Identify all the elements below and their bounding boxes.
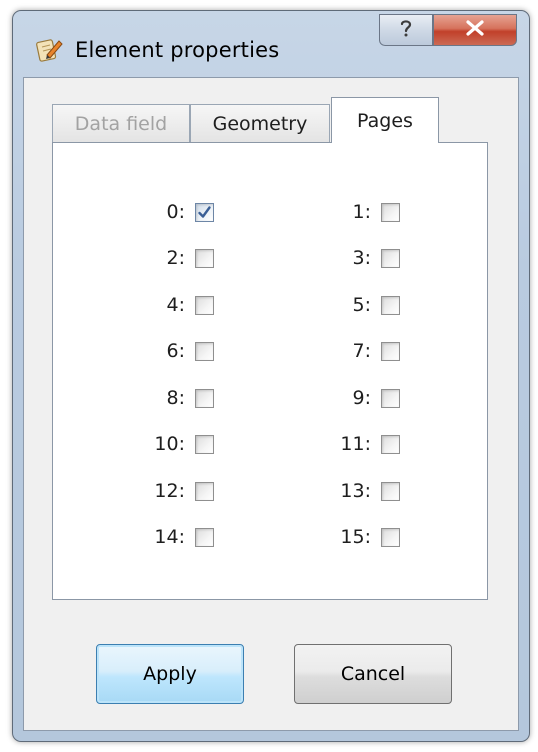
page-0-label: 0: xyxy=(166,201,186,223)
page-10-option[interactable]: 10: xyxy=(133,433,214,455)
page-1-label: 1: xyxy=(352,201,372,223)
page-2-label: 2: xyxy=(166,247,186,269)
tab-pages[interactable]: Pages xyxy=(331,97,439,143)
page-12-option[interactable]: 12: xyxy=(133,480,214,502)
page-9-checkbox[interactable] xyxy=(381,388,400,408)
page-7-option[interactable]: 7: xyxy=(319,340,400,362)
page-8-option[interactable]: 8: xyxy=(133,387,214,409)
page-13-checkbox[interactable] xyxy=(381,481,400,501)
page-8-checkbox[interactable] xyxy=(195,388,214,408)
page-9-label: 9: xyxy=(352,387,372,409)
page-4-label: 4: xyxy=(166,294,186,316)
page-15-checkbox[interactable] xyxy=(381,527,400,547)
page-6-checkbox[interactable] xyxy=(195,341,214,361)
page-0-checkbox[interactable] xyxy=(195,202,214,222)
page-10-checkbox[interactable] xyxy=(195,434,214,454)
page-9-option[interactable]: 9: xyxy=(319,387,400,409)
page-11-option[interactable]: 11: xyxy=(319,433,400,455)
page-6-option[interactable]: 6: xyxy=(133,340,214,362)
title-bar[interactable]: Element properties xyxy=(13,11,529,77)
question-mark-icon xyxy=(397,18,415,42)
pages-panel: 0: 1: 2: 3: 4: 5: 6: 7: 8: 9: 10: 11: 12… xyxy=(52,142,488,600)
page-3-checkbox[interactable] xyxy=(381,248,400,268)
tab-geometry[interactable]: Geometry xyxy=(190,104,330,142)
page-2-checkbox[interactable] xyxy=(195,248,214,268)
close-x-icon xyxy=(465,20,485,40)
page-14-checkbox[interactable] xyxy=(195,527,214,547)
page-7-label: 7: xyxy=(352,340,372,362)
page-11-label: 11: xyxy=(340,433,371,455)
checkmark-icon xyxy=(198,205,211,218)
page-7-checkbox[interactable] xyxy=(381,341,400,361)
apply-button[interactable]: Apply xyxy=(96,644,244,704)
page-13-option[interactable]: 13: xyxy=(319,480,400,502)
page-6-label: 6: xyxy=(166,340,186,362)
page-1-checkbox[interactable] xyxy=(381,202,400,222)
window-title: Element properties xyxy=(75,38,280,62)
help-button[interactable] xyxy=(379,14,433,46)
page-12-label: 12: xyxy=(154,480,185,502)
page-3-label: 3: xyxy=(352,247,372,269)
page-14-option[interactable]: 14: xyxy=(133,526,214,548)
notepad-pencil-icon xyxy=(35,35,63,63)
page-11-checkbox[interactable] xyxy=(381,434,400,454)
page-5-option[interactable]: 5: xyxy=(319,294,400,316)
page-4-option[interactable]: 4: xyxy=(133,294,214,316)
tab-data-field: Data field xyxy=(52,104,190,142)
page-3-option[interactable]: 3: xyxy=(319,247,400,269)
close-button[interactable] xyxy=(433,14,517,46)
page-12-checkbox[interactable] xyxy=(195,481,214,501)
page-1-option[interactable]: 1: xyxy=(319,201,400,223)
cancel-button[interactable]: Cancel xyxy=(294,644,452,704)
page-15-label: 15: xyxy=(340,526,371,548)
page-2-option[interactable]: 2: xyxy=(133,247,214,269)
page-5-checkbox[interactable] xyxy=(381,295,400,315)
page-14-label: 14: xyxy=(154,526,185,548)
page-15-option[interactable]: 15: xyxy=(319,526,400,548)
page-0-option[interactable]: 0: xyxy=(133,201,214,223)
page-13-label: 13: xyxy=(340,480,371,502)
page-5-label: 5: xyxy=(352,294,372,316)
page-4-checkbox[interactable] xyxy=(195,295,214,315)
page-10-label: 10: xyxy=(154,433,185,455)
page-8-label: 8: xyxy=(166,387,186,409)
